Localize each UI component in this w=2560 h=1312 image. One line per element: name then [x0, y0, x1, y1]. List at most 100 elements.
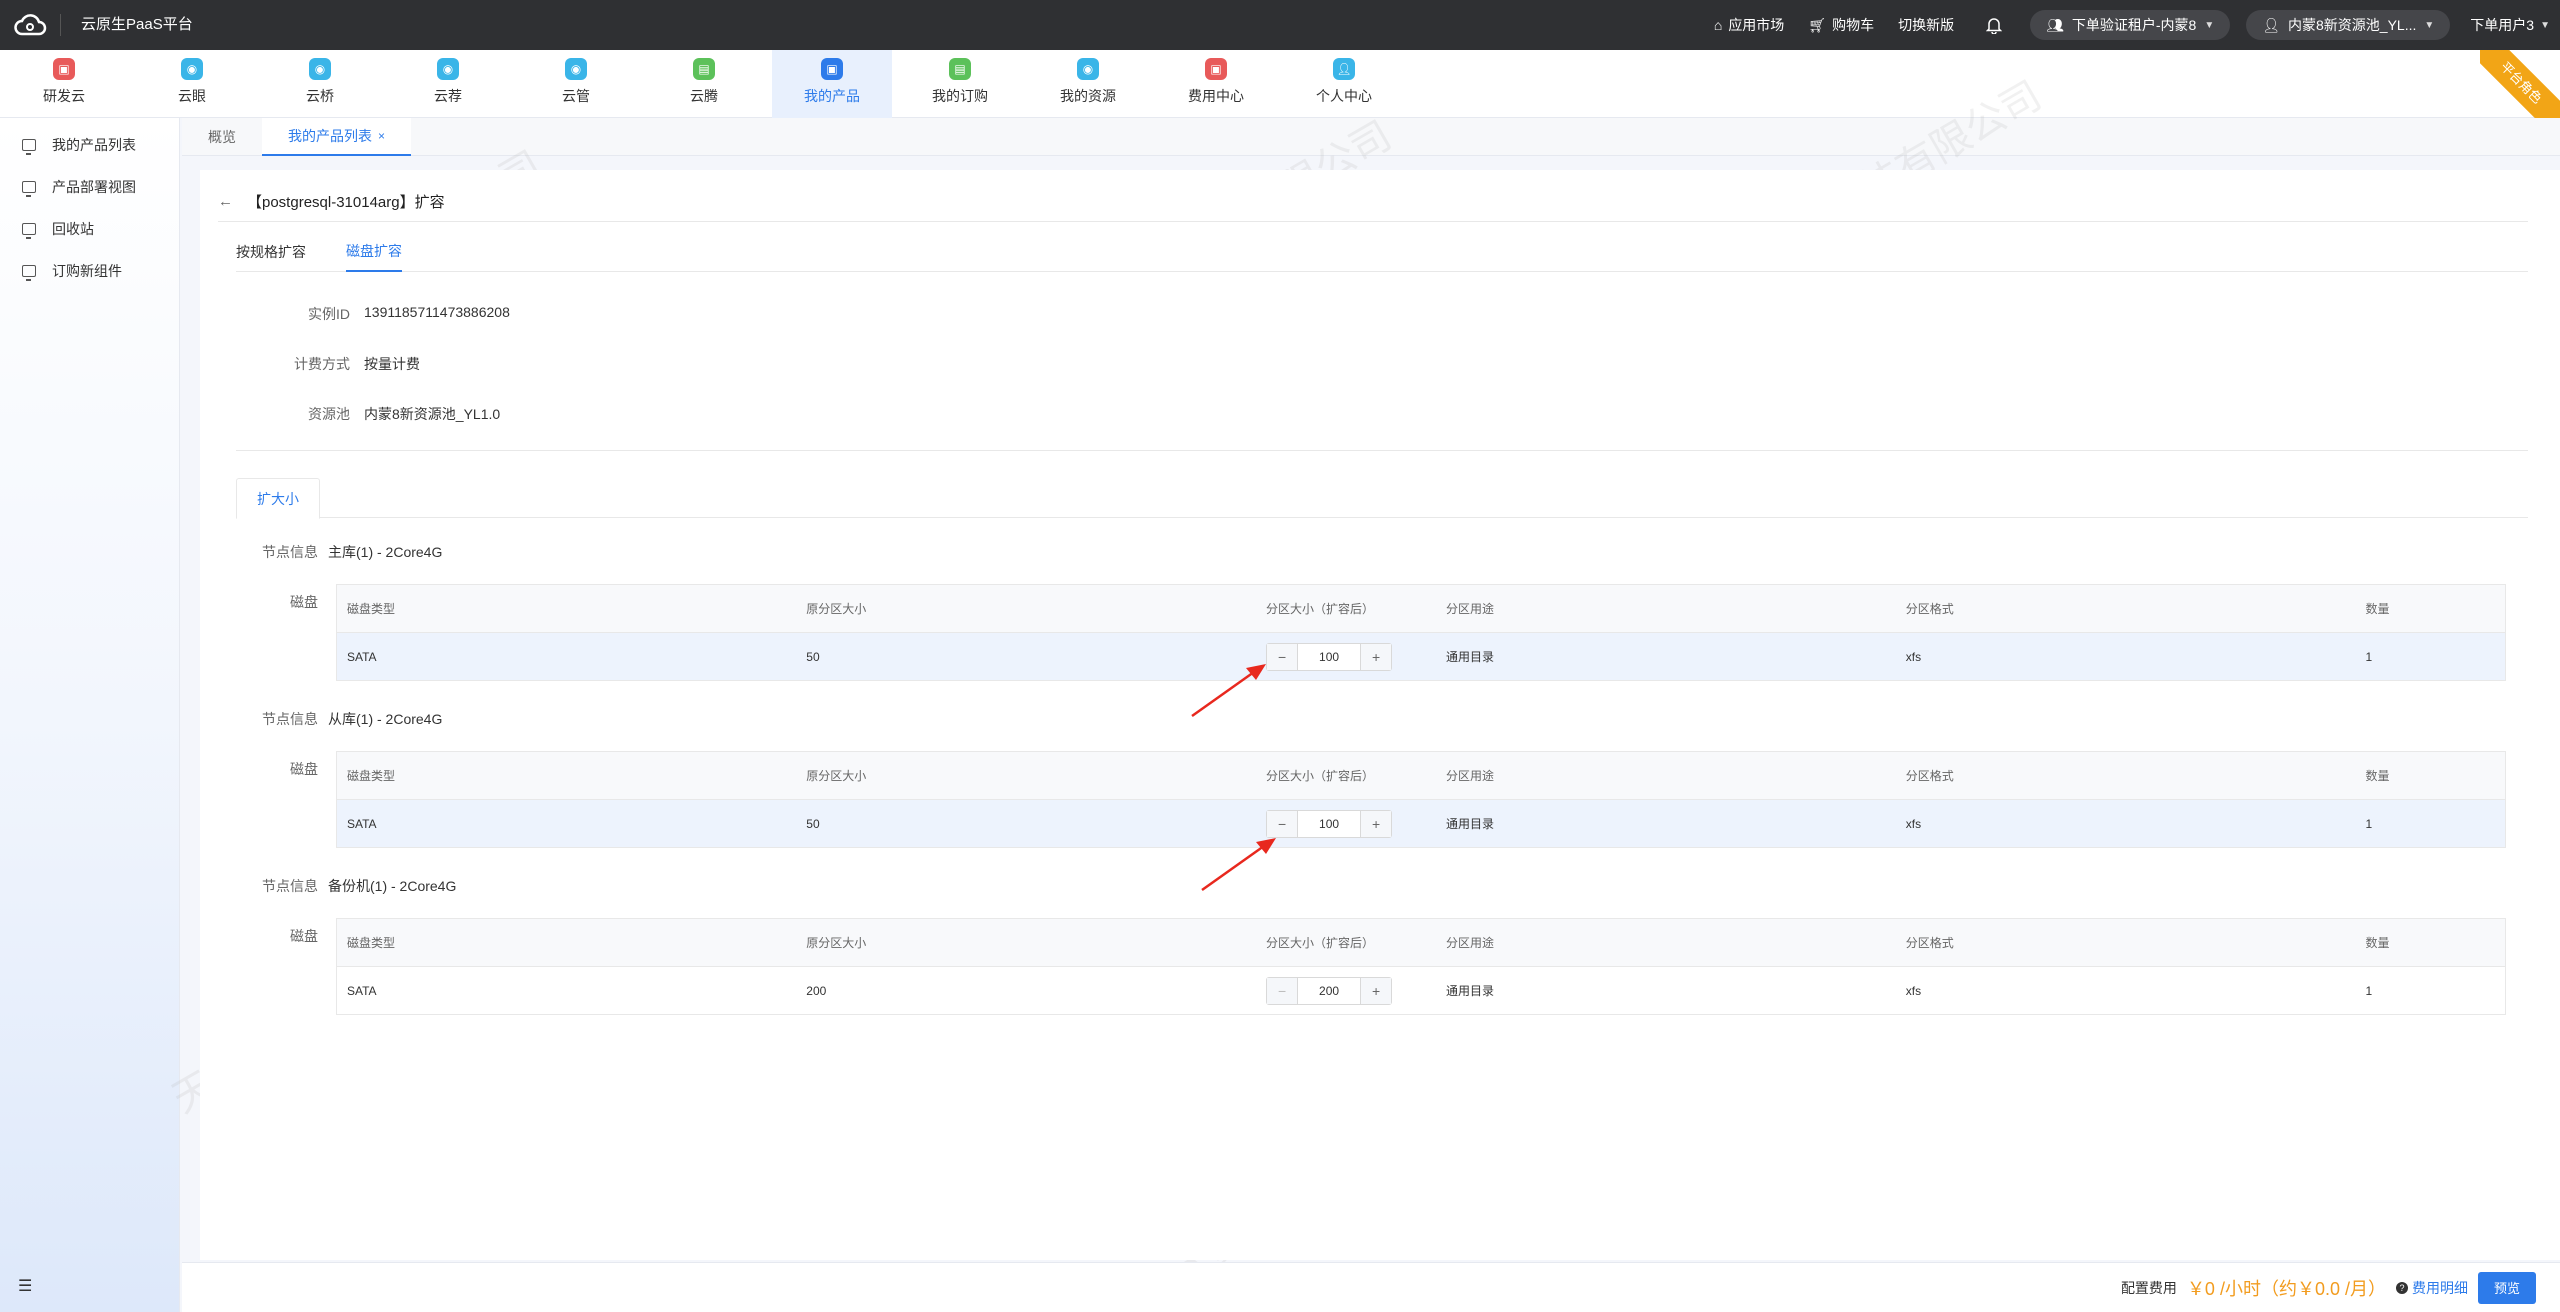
nav-yunteng[interactable]: ▤ 云腾: [644, 50, 764, 118]
nav-yunguan[interactable]: ◉ 云管: [516, 50, 636, 118]
table-row: SATA 200 − 200 + 通用目录 xfs 1: [337, 967, 2506, 1015]
billing-row: 计费方式 按量计费: [236, 354, 420, 374]
platform-role-ribbon[interactable]: 平台角色: [2480, 50, 2560, 118]
tenant-label: 下单验证租户-内蒙8: [2071, 17, 2197, 33]
manage-icon: ◉: [565, 58, 587, 80]
monitor-icon: [22, 265, 36, 281]
nav-billing[interactable]: ▣ 费用中心: [1156, 50, 1276, 118]
billing-label: 计费方式: [294, 356, 350, 372]
module-nav: ▣ 研发云 ◉ 云眼 ◉ 云桥 ◉ 云荐 ◉ 云管 ▤ 云腾 ▣ 我的产品 ▤ 我的订购 ◉ 我的…: [0, 50, 2560, 118]
disk-table: 磁盘类型 原分区大小 分区大小（扩容后） 分区用途 分区格式 数量 SATA 5…: [336, 751, 2506, 848]
fee-value: ￥0 /小时（约￥0.0 /月）: [2186, 1278, 2386, 1299]
usage-cell: 通用目录: [1436, 632, 1896, 681]
tab-label: 扩大小: [257, 490, 299, 507]
folder-icon: ▣: [821, 58, 843, 80]
nav-label: 个人中心: [1316, 88, 1372, 104]
size-input[interactable]: 100: [1297, 643, 1362, 670]
plus-button[interactable]: +: [1361, 810, 1392, 837]
nav-rd-cloud[interactable]: ▣ 研发云: [4, 50, 124, 118]
eye-icon: ◉: [181, 58, 203, 80]
orig-size-cell: 50: [796, 799, 1257, 848]
count-cell: 1: [2365, 983, 2373, 998]
user-menu[interactable]: 下单用户3 ▼: [2470, 15, 2550, 35]
tab-product-list[interactable]: 我的产品列表 ×: [262, 118, 412, 156]
back-arrow-icon[interactable]: ←: [218, 193, 233, 210]
nav-label: 云荐: [434, 88, 462, 104]
nav-my-products[interactable]: ▣ 我的产品: [772, 50, 892, 118]
column-header: 分区格式: [1895, 751, 2356, 800]
platform-role-label: 平台角色: [2480, 50, 2560, 118]
disk-table: 磁盘类型 原分区大小 分区大小（扩容后） 分区用途 分区格式 数量 SATA 5…: [336, 584, 2506, 681]
nav-yunjian[interactable]: ◉ 云荐: [388, 50, 508, 118]
nav-label: 云管: [562, 88, 590, 104]
minus-button[interactable]: −: [1267, 977, 1298, 1004]
sidebar-item-label: 我的产品列表: [52, 137, 136, 153]
question-icon: ?: [2395, 1281, 2408, 1294]
pool-select[interactable]: 👤︎ 内蒙8新资源池_YL... ▼: [2246, 10, 2451, 40]
collapse-menu-icon[interactable]: ☰: [18, 1276, 32, 1296]
preview-button[interactable]: 预览: [2477, 1271, 2536, 1304]
tab-disk-expand[interactable]: 磁盘扩容: [346, 232, 402, 272]
cloud-logo-icon[interactable]: [0, 0, 60, 50]
caret-down-icon: ▼: [2540, 19, 2550, 31]
pool-value: 内蒙8新资源池_YL1.0: [364, 406, 501, 422]
tab-spec-expand[interactable]: 按规格扩容: [236, 232, 306, 272]
column-header: 分区用途: [1436, 584, 1896, 633]
monitor-icon: [22, 223, 36, 239]
nav-personal[interactable]: 👤︎ 个人中心: [1284, 50, 1404, 118]
brand-title: 云原生PaaS平台: [60, 14, 193, 36]
user-icon: 👤︎: [2262, 16, 2281, 33]
minus-button[interactable]: −: [1267, 810, 1298, 837]
plus-button[interactable]: +: [1361, 977, 1392, 1004]
plus-button[interactable]: +: [1361, 643, 1392, 670]
pool-label: 资源池: [308, 406, 350, 422]
app-market-link[interactable]: ⌂ 应用市场: [1714, 15, 1784, 35]
cart-label: 购物车: [1832, 17, 1875, 33]
column-header: 数量: [2355, 918, 2506, 967]
footer-bar: 配置费用 ￥0 /小时（约￥0.0 /月） ? 费用明细 预览: [182, 1262, 2560, 1312]
instance-id-row: 实例ID 1391185711473886208: [236, 304, 510, 324]
instance-id-value: 1391185711473886208: [364, 304, 510, 320]
switch-version-link[interactable]: 切换新版: [1898, 15, 1954, 35]
sidebar-item-product-list[interactable]: 我的产品列表: [0, 124, 179, 166]
close-icon[interactable]: ×: [378, 129, 385, 143]
column-header: 原分区大小: [796, 584, 1257, 633]
rd-cloud-icon: ▣: [53, 58, 75, 80]
size-input[interactable]: 200: [1297, 977, 1362, 1004]
sidebar-item-order-component[interactable]: 订购新组件: [0, 250, 179, 292]
tab-overview[interactable]: 概览: [182, 118, 262, 156]
tenant-select[interactable]: 👥︎ 下单验证租户-内蒙8 ▼: [2030, 10, 2231, 40]
pool-label: 内蒙8新资源池_YL...: [2288, 17, 2417, 33]
bell-icon[interactable]: [1986, 16, 2003, 34]
nav-label: 研发云: [43, 88, 85, 104]
cart-link[interactable]: 🛒︎ 购物车: [1808, 15, 1874, 35]
tab-label: 我的产品列表: [288, 128, 372, 144]
size-input[interactable]: 100: [1297, 810, 1362, 837]
tab-label: 按规格扩容: [236, 244, 306, 260]
nav-my-resources[interactable]: ◉ 我的资源: [1028, 50, 1148, 118]
disk-table: 磁盘类型 原分区大小 分区大小（扩容后） 分区用途 分区格式 数量 SATA 2…: [336, 918, 2506, 1015]
chat-icon: ▤: [693, 58, 715, 80]
user-label: 下单用户3: [2470, 17, 2535, 33]
nav-yunyan[interactable]: ◉ 云眼: [132, 50, 252, 118]
monitor-icon: [22, 181, 36, 197]
sidebar-item-recycle-bin[interactable]: 回收站: [0, 208, 179, 250]
tab-label: 概览: [208, 129, 236, 145]
nav-label: 我的资源: [1060, 88, 1116, 104]
disk-type-cell: SATA: [347, 983, 377, 998]
sidebar-item-deploy-view[interactable]: 产品部署视图: [0, 166, 179, 208]
tab-expand-size[interactable]: 扩大小: [236, 478, 320, 519]
usage-cell: 通用目录: [1446, 984, 1495, 998]
bridge-icon: ◉: [309, 58, 331, 80]
minus-button[interactable]: −: [1267, 643, 1298, 670]
column-header: 原分区大小: [796, 918, 1257, 967]
node-info-value: 主库(1) - 2Core4G: [328, 544, 443, 560]
resource-icon: ◉: [1077, 58, 1099, 80]
nav-my-orders[interactable]: ▤ 我的订购: [900, 50, 1020, 118]
disk-type-cell: SATA: [336, 632, 797, 681]
nav-yunqiao[interactable]: ◉ 云桥: [260, 50, 380, 118]
fee-detail-link[interactable]: ? 费用明细: [2395, 1278, 2468, 1298]
column-header: 分区格式: [1895, 918, 2356, 967]
format-cell: xfs: [1895, 799, 2356, 848]
cart-icon: 🛒︎: [1808, 16, 1827, 33]
